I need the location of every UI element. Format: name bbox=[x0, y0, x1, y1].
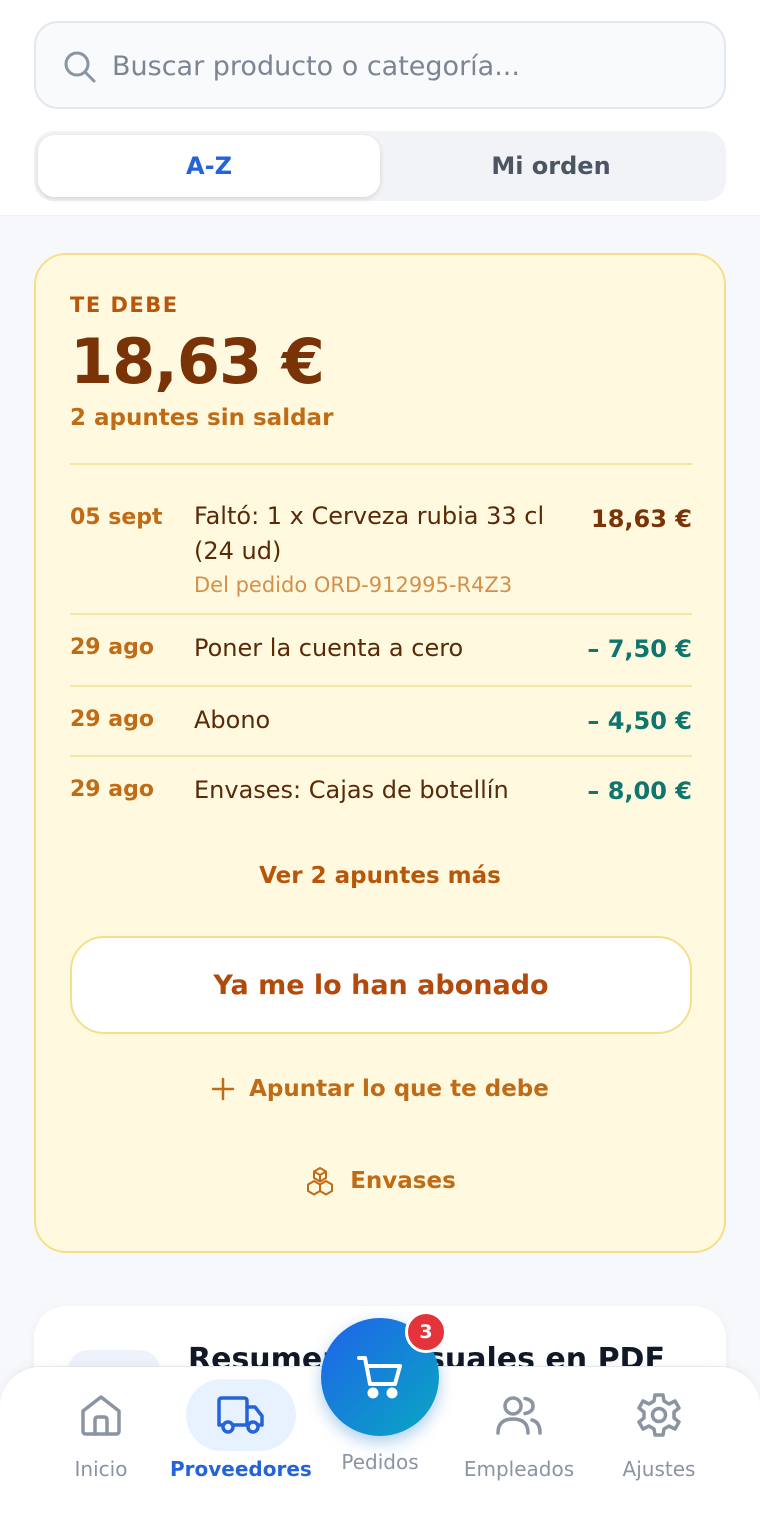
sort-tab-my-order[interactable]: Mi orden bbox=[380, 135, 722, 197]
nav-item-ajustes[interactable]: Ajustes bbox=[589, 1367, 729, 1520]
ledger-entry: 29 ago Abono – 4,50 € bbox=[70, 703, 692, 753]
entry-date: 05 sept bbox=[70, 505, 163, 530]
ledger-entry: 29 ago Poner la cuenta a cero – 7,50 € bbox=[70, 631, 692, 681]
ledger-entry: 05 sept Faltó: 1 x Cerveza rubia 33 cl (… bbox=[70, 499, 692, 609]
entry-amount: 18,63 € bbox=[591, 505, 692, 533]
nav-item-proveedores[interactable]: Proveedores bbox=[170, 1367, 312, 1520]
debt-subtitle: 2 apuntes sin saldar bbox=[70, 405, 334, 431]
entry-date: 29 ago bbox=[70, 777, 154, 802]
search-icon bbox=[64, 51, 96, 83]
ledger-entry: 29 ago Envases: Cajas de botellín – 8,00… bbox=[70, 773, 692, 823]
entry-date: 29 ago bbox=[70, 635, 154, 660]
entry-origin: Del pedido ORD-912995-R4Z3 bbox=[194, 573, 513, 597]
cart-icon bbox=[357, 1356, 402, 1399]
plus-icon bbox=[211, 1077, 235, 1101]
search-input[interactable] bbox=[112, 41, 702, 91]
nav-label: Proveedores bbox=[170, 1457, 312, 1481]
sort-segmented-control: A-Z Mi orden bbox=[34, 131, 726, 201]
nav-item-inicio[interactable]: Inicio bbox=[31, 1367, 171, 1520]
nav-item-empleados[interactable]: Empleados bbox=[449, 1367, 589, 1520]
divider bbox=[70, 463, 692, 465]
mark-paid-button[interactable]: Ya me lo han abonado bbox=[70, 936, 692, 1034]
users-icon bbox=[496, 1396, 542, 1435]
add-debt-link[interactable]: Apuntar lo que te debe bbox=[36, 1071, 724, 1107]
entry-description: Envases: Cajas de botellín bbox=[194, 776, 509, 804]
add-debt-label: Apuntar lo que te debe bbox=[249, 1076, 549, 1102]
boxes-icon bbox=[307, 1167, 334, 1196]
divider bbox=[70, 613, 692, 615]
divider bbox=[70, 755, 692, 757]
home-icon bbox=[81, 1395, 121, 1436]
entry-description: Abono bbox=[194, 706, 271, 734]
entry-description: Faltó: 1 x Cerveza rubia 33 cl (24 ud) bbox=[194, 502, 545, 565]
debt-card: TE DEBE 18,63 € 2 apuntes sin saldar 05 … bbox=[34, 253, 726, 1253]
debt-label: TE DEBE bbox=[70, 293, 179, 317]
nav-label: Inicio bbox=[74, 1457, 128, 1481]
entry-description: Poner la cuenta a cero bbox=[194, 634, 464, 662]
entry-date: 29 ago bbox=[70, 707, 154, 732]
cart-count-badge: 3 bbox=[405, 1311, 447, 1353]
entry-amount: – 7,50 € bbox=[587, 635, 692, 663]
sort-tab-az[interactable]: A-Z bbox=[38, 135, 380, 197]
entry-amount: – 4,50 € bbox=[587, 707, 692, 735]
containers-link[interactable]: Envases bbox=[36, 1163, 724, 1199]
truck-icon bbox=[217, 1396, 264, 1434]
top-bar: A-Z Mi orden bbox=[0, 0, 760, 216]
show-more-entries-link[interactable]: Ver 2 apuntes más bbox=[36, 863, 724, 889]
containers-label: Envases bbox=[350, 1168, 456, 1194]
nav-label: Ajustes bbox=[622, 1457, 696, 1481]
nav-label-pedidos[interactable]: Pedidos bbox=[310, 1450, 450, 1474]
search-box[interactable] bbox=[34, 21, 726, 109]
gear-icon bbox=[637, 1393, 681, 1437]
entry-amount: – 8,00 € bbox=[587, 777, 692, 805]
debt-amount: 18,63 € bbox=[70, 325, 325, 398]
nav-label: Empleados bbox=[463, 1457, 575, 1481]
divider bbox=[70, 685, 692, 687]
